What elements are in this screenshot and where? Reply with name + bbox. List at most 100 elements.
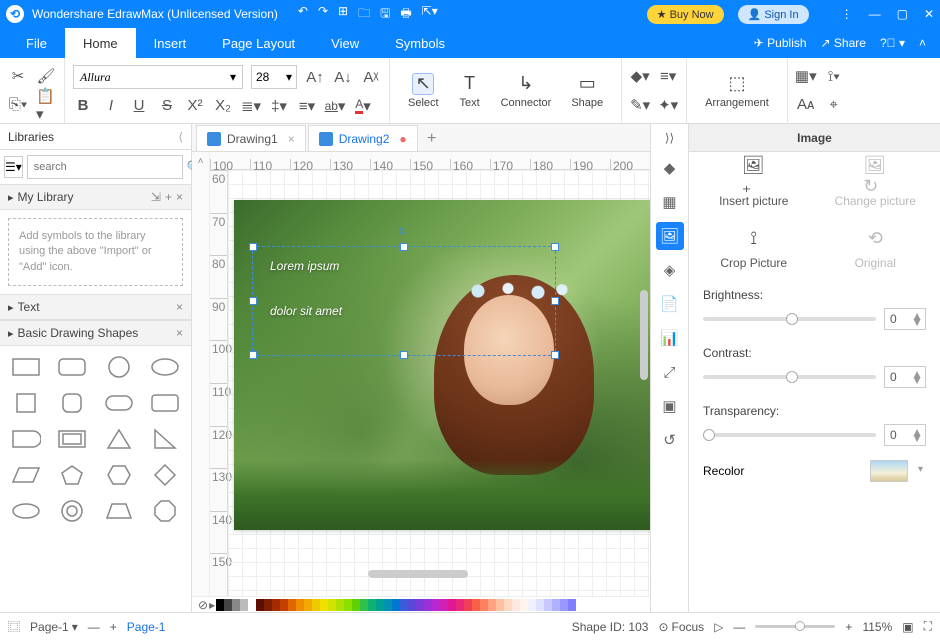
tab-page-layout[interactable]: Page Layout xyxy=(204,28,313,58)
buy-now-button[interactable]: ★ Buy Now xyxy=(647,5,724,24)
transparency-input[interactable]: 0▲▼ xyxy=(884,424,926,446)
zoom-level[interactable]: 115% xyxy=(862,620,892,634)
replace-font-icon[interactable]: Aᴀ xyxy=(796,95,816,115)
text-align-icon[interactable]: ≣▾ xyxy=(241,96,261,116)
vertical-scrollbar[interactable] xyxy=(640,290,648,380)
color-swatch[interactable] xyxy=(528,599,536,611)
highlight-icon[interactable]: ab▾ xyxy=(325,96,345,116)
color-swatch[interactable] xyxy=(272,599,280,611)
increase-font-icon[interactable]: A↑ xyxy=(305,67,325,87)
doc-tab-1[interactable]: Drawing1× xyxy=(196,125,306,151)
sign-in-button[interactable]: 👤 Sign In xyxy=(738,5,809,24)
shape-tool-button[interactable]: ▭Shape xyxy=(561,71,613,111)
shape-rect[interactable] xyxy=(6,352,46,382)
superscript-icon[interactable]: X² xyxy=(185,96,205,116)
maximize-icon[interactable]: ▢ xyxy=(897,7,908,21)
color-swatch[interactable] xyxy=(480,599,488,611)
shape-ellipse[interactable] xyxy=(145,352,185,382)
minimize-icon[interactable]: — xyxy=(869,7,881,21)
undo-icon[interactable]: ↶ xyxy=(298,4,308,25)
shape-frame[interactable] xyxy=(52,424,92,454)
shape-rounded-rect2[interactable] xyxy=(145,388,185,418)
prev-page-icon[interactable]: — xyxy=(88,620,100,634)
basic-shapes-accordion[interactable]: ▸ Basic Drawing Shapes× xyxy=(0,320,191,346)
page-name[interactable]: Page-1 xyxy=(127,620,166,634)
color-swatch[interactable] xyxy=(312,599,320,611)
color-swatch[interactable] xyxy=(440,599,448,611)
line-color-icon[interactable]: ✎▾ xyxy=(630,95,650,115)
export-icon[interactable]: ⇱▾ xyxy=(422,4,438,25)
text-accordion[interactable]: ▸ Text× xyxy=(0,294,191,320)
print-icon[interactable]: 🖶 xyxy=(400,4,411,25)
color-swatch[interactable] xyxy=(352,599,360,611)
save-icon[interactable]: 🖫 xyxy=(380,4,390,25)
color-swatch[interactable] xyxy=(488,599,496,611)
image-panel-icon[interactable]: 🖼 xyxy=(656,222,684,250)
color-swatch[interactable] xyxy=(360,599,368,611)
cut-icon[interactable]: ✂ xyxy=(8,66,28,86)
contrast-slider[interactable] xyxy=(703,375,876,379)
expand-panel-icon[interactable]: ⟩⟩ xyxy=(656,128,684,148)
rotate-handle-icon[interactable]: ↻ xyxy=(398,225,410,237)
eyedropper-icon[interactable]: ⊘ xyxy=(198,598,208,612)
line-spacing-icon[interactable]: ‡▾ xyxy=(269,96,289,116)
add-page-icon[interactable]: + xyxy=(110,620,117,634)
color-swatch[interactable] xyxy=(504,599,512,611)
publish-button[interactable]: ✈ Publish xyxy=(754,36,807,50)
color-swatch[interactable] xyxy=(248,599,256,611)
font-family-select[interactable]: Allura▾ xyxy=(73,65,243,89)
crop-ribbon-icon[interactable]: ⟟▾ xyxy=(824,66,844,86)
subscript-icon[interactable]: X₂ xyxy=(213,96,233,116)
change-picture-button[interactable]: 🖼↻Change picture xyxy=(819,164,933,208)
color-swatch[interactable] xyxy=(456,599,464,611)
help-menu-icon[interactable]: ⋮ xyxy=(841,7,853,21)
color-swatch[interactable] xyxy=(320,599,328,611)
color-swatch[interactable] xyxy=(416,599,424,611)
horizontal-scrollbar[interactable] xyxy=(368,570,468,578)
image-caption-text[interactable]: Lorem ipsumdolor sit amet xyxy=(270,238,342,328)
crop-picture-button[interactable]: ⟟Crop Picture xyxy=(697,226,811,270)
zoom-slider[interactable] xyxy=(755,625,835,628)
fit-page-icon[interactable]: ▣ xyxy=(902,620,913,634)
shape-hexagon[interactable] xyxy=(99,460,139,490)
bold-icon[interactable]: B xyxy=(73,96,93,116)
page-panel-icon[interactable]: 📄 xyxy=(656,290,684,318)
fill-icon[interactable]: ◆▾ xyxy=(630,66,650,86)
transparency-slider[interactable] xyxy=(703,433,876,437)
format-painter-icon[interactable]: 🖌 xyxy=(36,66,56,86)
history-panel-icon[interactable]: ↺ xyxy=(656,426,684,454)
color-swatch[interactable] xyxy=(288,599,296,611)
shape-ring[interactable] xyxy=(52,496,92,526)
canvas[interactable]: 100110120130140150160170180190200 607080… xyxy=(210,152,650,596)
contrast-input[interactable]: 0▲▼ xyxy=(884,366,926,388)
tab-symbols[interactable]: Symbols xyxy=(377,28,463,58)
shape-triangle[interactable] xyxy=(99,424,139,454)
doc-tab-2[interactable]: Drawing2● xyxy=(308,125,418,151)
shape-square[interactable] xyxy=(6,388,46,418)
share-button[interactable]: ↗ Share xyxy=(821,36,866,50)
tab-view[interactable]: View xyxy=(313,28,377,58)
color-swatch[interactable] xyxy=(280,599,288,611)
insert-picture-button[interactable]: 🖼₊Insert picture xyxy=(697,164,811,208)
clear-format-icon[interactable]: Aᵡ xyxy=(361,67,381,87)
close-icon[interactable]: ✕ xyxy=(924,7,934,21)
scroll-up-icon[interactable]: ˄ xyxy=(198,152,204,170)
brightness-input[interactable]: 0▲▼ xyxy=(884,308,926,330)
color-swatch[interactable] xyxy=(224,599,232,611)
color-swatch[interactable] xyxy=(376,599,384,611)
strike-icon[interactable]: S xyxy=(157,96,177,116)
tab-insert[interactable]: Insert xyxy=(136,28,205,58)
color-swatch[interactable] xyxy=(520,599,528,611)
color-swatch[interactable] xyxy=(392,599,400,611)
italic-icon[interactable]: I xyxy=(101,96,121,116)
find-icon[interactable]: ⌖ xyxy=(824,95,844,115)
color-swatch[interactable] xyxy=(296,599,304,611)
color-swatch[interactable] xyxy=(408,599,416,611)
layout-icon[interactable]: ▦▾ xyxy=(796,66,816,86)
color-swatch[interactable] xyxy=(264,599,272,611)
copy-icon[interactable]: ⎘▾ xyxy=(8,95,28,115)
color-swatch[interactable] xyxy=(512,599,520,611)
shape-pentagon[interactable] xyxy=(52,460,92,490)
font-size-select[interactable]: 28▾ xyxy=(251,65,297,89)
library-filter-icon[interactable]: ☰▾ xyxy=(4,156,23,178)
